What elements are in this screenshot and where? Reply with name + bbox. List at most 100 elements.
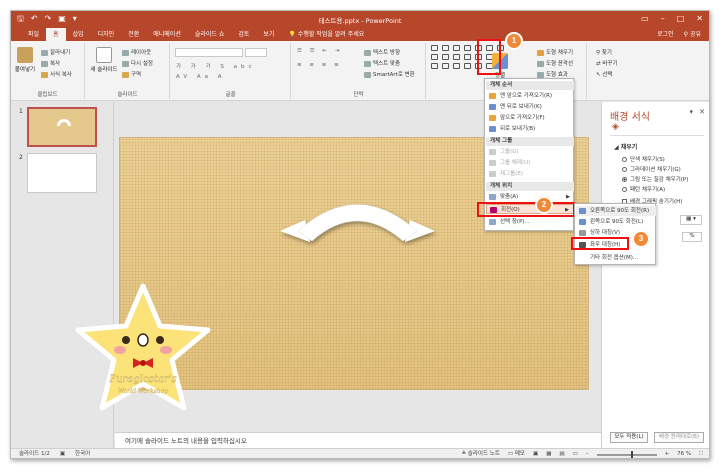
menu-bring-forward[interactable]: 앞으로 가져오기(F): [486, 113, 574, 123]
language-indicator[interactable]: 한국어: [75, 449, 90, 458]
menu-bring-to-front[interactable]: 맨 앞으로 가져오기(R): [486, 91, 574, 101]
copy-button[interactable]: 복사: [41, 59, 60, 67]
comments-toggle[interactable]: ▭ 메모: [507, 449, 525, 458]
group-clipboard: 붙여넣기 잘라내기 복사 서식 복사 클립보드: [11, 43, 85, 99]
shape-effects-button[interactable]: 도형 효과: [537, 70, 568, 78]
notes-pane[interactable]: 여기에 슬라이드 노트의 내용을 입력하십시오: [115, 432, 601, 448]
sorter-view-icon[interactable]: ▦: [546, 449, 551, 458]
maximize-icon[interactable]: □: [677, 14, 685, 23]
ribbon: 붙여넣기 잘라내기 복사 서식 복사 클립보드 새 슬라이드 레이아웃 다시 설…: [11, 41, 709, 101]
format-painter-button[interactable]: 서식 복사: [41, 70, 72, 78]
menu-send-to-back[interactable]: 맨 뒤로 보내기(K): [486, 102, 574, 112]
zoom-out-icon[interactable]: –: [586, 449, 589, 458]
tab-slideshow[interactable]: 슬라이드 쇼: [188, 28, 232, 41]
layout-icon: [122, 49, 129, 56]
fit-slide-icon[interactable]: ⛶: [699, 449, 703, 458]
minimize-icon[interactable]: –: [661, 14, 665, 23]
bring-front-icon: [489, 93, 496, 99]
rotate-left-icon: [579, 219, 586, 225]
window-title: 테스트용.pptx - PowerPoint: [318, 17, 402, 25]
share-button[interactable]: ⚲ 공유: [684, 28, 701, 41]
tell-me-box[interactable]: 💡 수행할 작업을 알려 주세요: [281, 28, 371, 41]
zoom-level[interactable]: 76 %: [677, 449, 691, 458]
section-icon: [122, 71, 129, 78]
menu-regroup[interactable]: 재그룹(E): [486, 169, 574, 179]
ribbon-display-icon[interactable]: ▭: [641, 14, 649, 23]
star-mascot-watermark: Pureglostar's World Workshop: [75, 283, 211, 411]
font-format-buttons[interactable]: 가 가 가 S abc: [176, 62, 256, 70]
zoom-in-icon[interactable]: +: [665, 449, 670, 458]
title-bar: 🖫 ↶ ↷ ▣ ▾ 테스트용.pptx - PowerPoint ▭ – □ ✕: [11, 11, 709, 28]
regroup-icon: [489, 171, 496, 177]
section-button[interactable]: 구역: [122, 70, 141, 78]
menu-ungroup[interactable]: 그룹 해제(U): [486, 158, 574, 168]
option-picture-fill[interactable]: 그림 또는 질감 채우기(P): [622, 175, 688, 183]
menu-align[interactable]: 맞춤(A) ▶: [486, 192, 574, 202]
slideshow-view-icon[interactable]: ▭: [573, 449, 578, 458]
align-buttons[interactable]: ≡ ≡ ≡ ≡: [297, 62, 342, 68]
tab-transitions[interactable]: 전환: [121, 28, 146, 41]
spellcheck-icon[interactable]: ▣: [60, 449, 65, 458]
smartart-button[interactable]: SmartArt로 변환: [364, 70, 415, 78]
flip-vertical-icon: [579, 230, 586, 236]
font-name-combo[interactable]: [175, 48, 243, 57]
slide-thumbnail-2[interactable]: [27, 153, 97, 193]
menu-selection-pane[interactable]: 선택 창(P)...: [486, 217, 574, 227]
select-button[interactable]: ↖ 선택: [596, 70, 612, 78]
comment-icon: ▭: [507, 451, 515, 457]
tab-file[interactable]: 파일: [21, 28, 46, 41]
submenu-arrow-icon: ▶: [566, 194, 570, 200]
layout-button[interactable]: 레이아웃: [122, 48, 151, 56]
step-badge-2: 2: [535, 196, 553, 214]
shape-outline-button[interactable]: 도형 윤곽선: [537, 59, 573, 67]
font-size-combo[interactable]: [245, 48, 267, 57]
menu-group[interactable]: 그룹(G): [486, 147, 574, 157]
send-backward-icon: [489, 126, 496, 132]
reset-background-button[interactable]: 배경 원래대로(B): [654, 432, 704, 443]
slide-thumbnail-1[interactable]: [27, 107, 97, 147]
menu-more-rotation[interactable]: 기타 회전 옵션(M)...: [576, 253, 656, 263]
login-link[interactable]: 로그인: [657, 28, 674, 41]
find-button[interactable]: ⚲ 찾기: [596, 48, 612, 56]
tab-animations[interactable]: 애니메이션: [146, 28, 188, 41]
new-slide-button[interactable]: 새 슬라이드: [90, 47, 118, 73]
tab-view[interactable]: 보기: [256, 28, 281, 41]
tab-home[interactable]: 홈: [46, 28, 66, 41]
texture-picker[interactable]: ▦ ▾: [680, 215, 702, 225]
transparency-input[interactable]: %: [682, 232, 702, 242]
tab-review[interactable]: 검토: [231, 28, 256, 41]
fill-bucket-icon[interactable]: ◈: [612, 122, 619, 132]
new-slide-icon: [96, 47, 112, 63]
apply-all-button[interactable]: 모두 적용(L): [610, 432, 648, 443]
cut-button[interactable]: 잘라내기: [41, 48, 70, 56]
shape-fill-button[interactable]: 도형 채우기: [537, 48, 573, 56]
ungroup-icon: [489, 160, 496, 166]
menu-rotate-left-90[interactable]: 왼쪽으로 90도 회전(L): [576, 217, 656, 227]
align-text-button[interactable]: 텍스트 맞춤: [364, 59, 400, 67]
font-effects-buttons[interactable]: AV Aa A: [176, 74, 226, 80]
fill-bucket-icon: [537, 49, 544, 56]
menu-send-backward[interactable]: 뒤로 보내기(B): [486, 124, 574, 134]
tab-insert[interactable]: 삽입: [66, 28, 91, 41]
normal-view-icon[interactable]: ▣: [533, 449, 538, 458]
pane-options-icon[interactable]: ▾: [689, 108, 693, 116]
list-buttons[interactable]: ☰ ☰ ⇤ ⇥: [297, 48, 342, 54]
close-icon[interactable]: ✕: [699, 108, 705, 116]
bring-forward-icon: [489, 115, 496, 121]
zoom-slider[interactable]: [596, 450, 657, 458]
close-icon[interactable]: ✕: [696, 14, 703, 23]
option-gradient-fill[interactable]: 그라데이션 채우기(G): [622, 165, 681, 173]
paste-button[interactable]: 붙여넣기: [14, 47, 36, 73]
reset-button[interactable]: 다시 설정: [122, 59, 153, 67]
align-text-icon: [364, 60, 371, 67]
fill-section-header[interactable]: ◢ 채우기: [614, 142, 637, 151]
notes-toggle[interactable]: ≜ 슬라이드 노트: [461, 449, 499, 458]
replace-button[interactable]: ⇄ 바꾸기: [596, 59, 618, 67]
option-solid-fill[interactable]: 단색 채우기(S): [622, 155, 665, 163]
reading-view-icon[interactable]: ▤: [559, 449, 564, 458]
text-direction-button[interactable]: 텍스트 방향: [364, 48, 400, 56]
option-pattern-fill[interactable]: 패턴 채우기(A): [622, 185, 665, 193]
menu-rotate-right-90[interactable]: 오른쪽으로 90도 회전(R): [576, 206, 656, 216]
copy-icon: [41, 60, 48, 67]
tab-design[interactable]: 디자인: [91, 28, 122, 41]
